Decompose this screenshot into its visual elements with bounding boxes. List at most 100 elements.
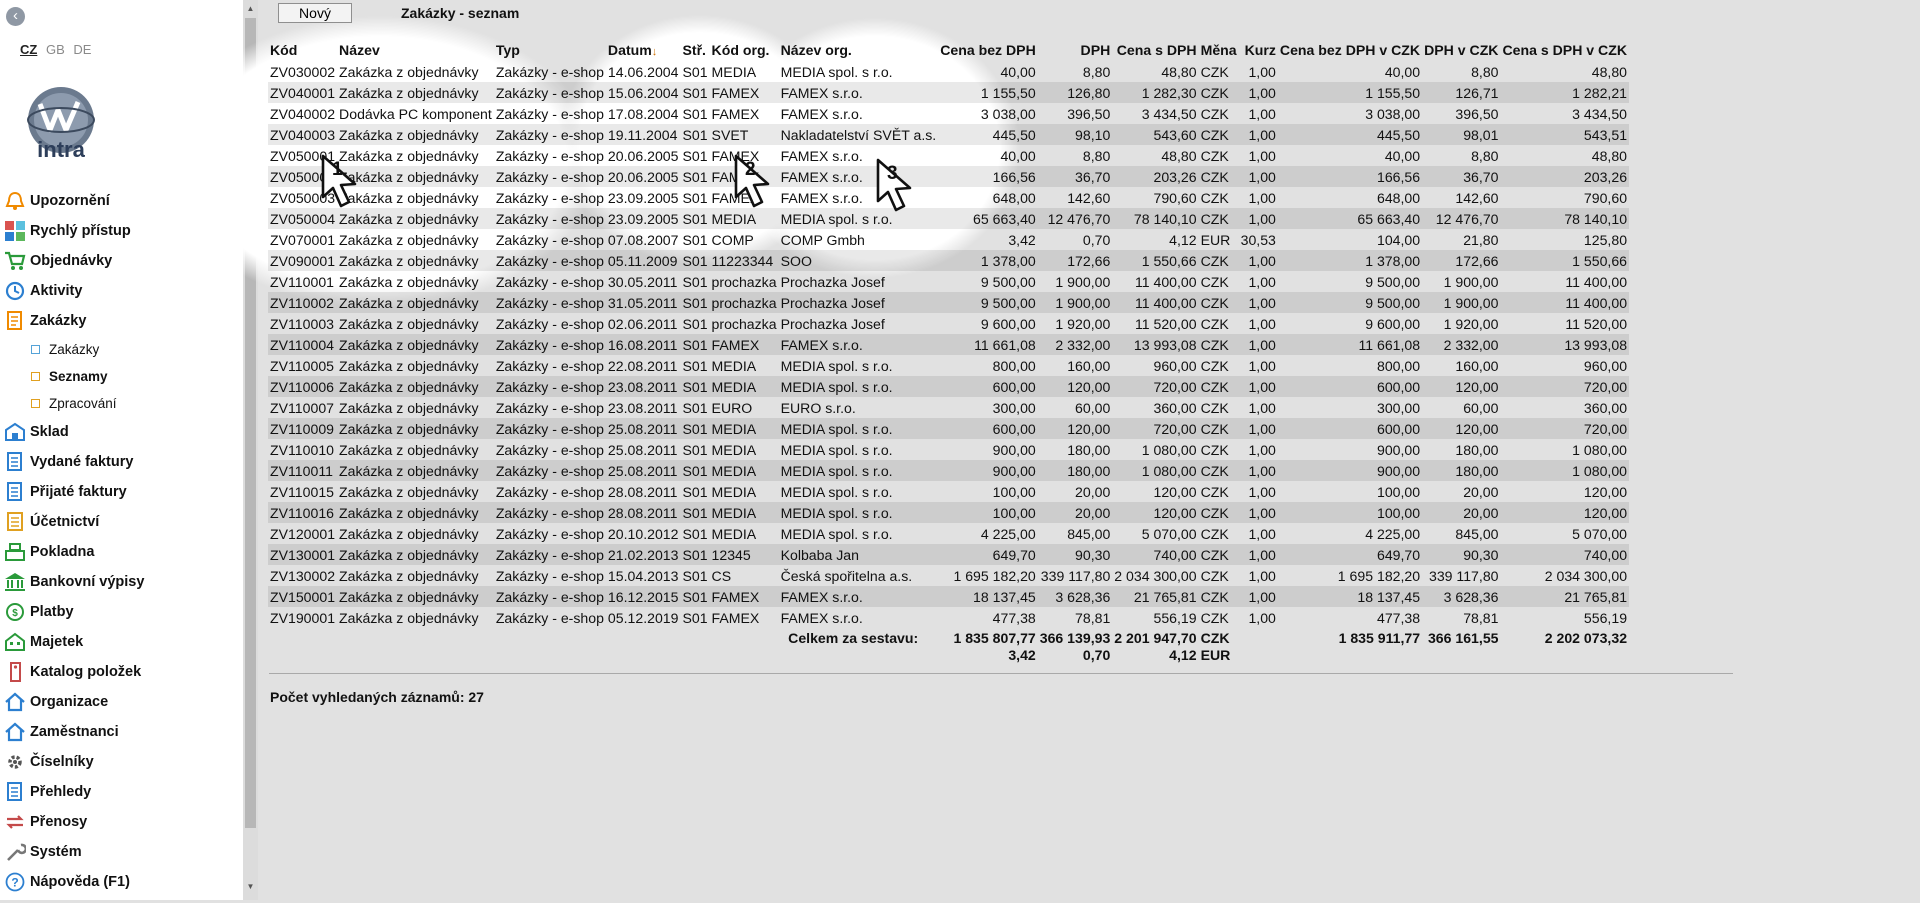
- scroll-up-arrow-icon[interactable]: ▲: [243, 2, 258, 16]
- sidebar-item-ucetnictvi[interactable]: Účetnictví: [0, 507, 243, 537]
- lang-gb[interactable]: GB: [46, 42, 65, 57]
- lang-cz[interactable]: CZ: [20, 42, 37, 57]
- column-header[interactable]: Cena bez DPH: [938, 39, 1038, 61]
- table-cell: 396,50: [1455, 105, 1499, 122]
- column-header[interactable]: Typ: [494, 39, 606, 61]
- new-button[interactable]: Nový: [278, 3, 352, 23]
- submenu-item-zakazky[interactable]: Zakázky: [0, 336, 243, 363]
- sidebar-item-organizace[interactable]: Organizace: [0, 687, 243, 717]
- table-row[interactable]: ZV130001 Zakázka z objednávky Zakázky - e-…: [268, 544, 1630, 565]
- sidebar-item-prehledy[interactable]: Přehledy: [0, 777, 243, 807]
- collapse-sidebar-button[interactable]: ‹: [6, 7, 25, 26]
- money-icon: $: [4, 602, 26, 622]
- table-row[interactable]: ZV050002 Zakázka z objednávky Zakázky - e-…: [268, 166, 1630, 187]
- column-header[interactable]: Cena s DPH v CZK: [1501, 39, 1630, 61]
- table-row[interactable]: ZV110015 Zakázka z objednávky Zakázky - e-…: [268, 481, 1629, 502]
- table-row[interactable]: ZV190001 Zakázka z objednávky Zakázky - e-…: [268, 607, 1629, 628]
- table-cell: S01: [680, 208, 710, 229]
- table-cell: FAMEX: [709, 586, 779, 607]
- sidebar-item-rychly-pristup[interactable]: Rychlý přístup: [0, 216, 243, 246]
- table-cell: 1 080,00: [1572, 441, 1628, 458]
- column-header[interactable]: Název: [337, 39, 494, 61]
- intra-logo: intra: [18, 84, 104, 167]
- table-row[interactable]: ZV090001 Zakázka z objednávky Zakázky - e-…: [268, 250, 1630, 271]
- house-icon: [4, 722, 26, 742]
- sidebar-item-upozorneni[interactable]: Upozornění: [0, 186, 243, 216]
- table-row[interactable]: ZV040001 Zakázka z objednávky Zakázky - e-…: [268, 82, 1630, 103]
- submenu-item-seznamy[interactable]: Seznamy: [0, 363, 243, 390]
- table-row[interactable]: ZV110005 Zakázka z objednávky Zakázky - e-…: [268, 355, 1629, 376]
- table-row[interactable]: ZV130002 Zakázka z objednávky Zakázky - e-…: [268, 565, 1629, 586]
- table-cell: FAMEX s.r.o.: [778, 166, 939, 187]
- table-row[interactable]: ZV110006 Zakázka z objednávky Zakázky - e-…: [268, 376, 1630, 397]
- column-header[interactable]: Datum↓: [606, 39, 681, 61]
- table-row[interactable]: ZV070001 Zakázka z objednávky Zakázky - e-…: [268, 229, 1629, 250]
- table-row[interactable]: ZV110003 Zakázka z objednávky Zakázky - e-…: [268, 313, 1629, 334]
- sidebar-item-ciselniky[interactable]: Číselníky: [0, 747, 243, 777]
- submenu-item-zpracovani[interactable]: Zpracování: [0, 390, 243, 417]
- column-header[interactable]: Stř.: [680, 39, 709, 61]
- table-row[interactable]: ZV110016 Zakázka z objednávky Zakázky - e-…: [268, 502, 1630, 523]
- sidebar-item-pokladna[interactable]: Pokladna: [0, 537, 243, 567]
- column-header-label: Typ: [495, 42, 520, 58]
- column-header[interactable]: Kód: [268, 39, 337, 61]
- table-cell: CZK: [1200, 63, 1229, 80]
- table-row[interactable]: ZV110004 Zakázka z objednávky Zakázky - e-…: [268, 334, 1630, 355]
- sidebar-item-prijate-faktury[interactable]: Přijaté faktury: [0, 477, 243, 507]
- table-row[interactable]: ZV110007 Zakázka z objednávky Zakázky - e-…: [268, 397, 1629, 418]
- sidebar-item-majetek[interactable]: Majetek: [0, 627, 243, 657]
- column-header[interactable]: Cena s DPH: [1112, 39, 1198, 61]
- table-row[interactable]: ZV110002 Zakázka z objednávky Zakázky - e-…: [268, 292, 1630, 313]
- table-row[interactable]: ZV040002 Dodávka PC komponent Zakázky - e-…: [268, 103, 1629, 124]
- table-cell: ZV110005: [270, 357, 334, 374]
- sidebar-item-label: Přehledy: [30, 784, 92, 800]
- table-row[interactable]: ZV050003 Zakázka z objednávky Zakázky - e-…: [268, 187, 1629, 208]
- table-cell: MEDIA spol. s r.o.: [778, 418, 939, 439]
- table-cell: 600,00: [1277, 376, 1423, 397]
- column-header[interactable]: Měna: [1199, 39, 1239, 61]
- column-header[interactable]: Kurz: [1239, 39, 1278, 61]
- sidebar-item-napoveda-f1[interactable]: ? Nápověda (F1): [0, 867, 243, 897]
- table-cell: 740,00: [1500, 544, 1630, 565]
- table-cell: 48,80: [1591, 147, 1628, 164]
- table-cell: CZK: [1200, 105, 1229, 122]
- table-cell: Zakázky - e-shop: [495, 525, 604, 542]
- table-cell: 1 550,66: [1500, 250, 1630, 271]
- sidebar-item-katalog-polozek[interactable]: Katalog položek: [0, 657, 243, 687]
- table-cell: S01: [682, 441, 708, 458]
- sidebar-item-prenosy[interactable]: Přenosy: [0, 807, 243, 837]
- sidebar-item-sklad[interactable]: Sklad: [0, 417, 243, 447]
- table-row[interactable]: ZV110010 Zakázka z objednávky Zakázky - e-…: [268, 439, 1629, 460]
- sidebar-item-aktivity[interactable]: Aktivity: [0, 276, 243, 306]
- vertical-scrollbar[interactable]: ▲ ▼: [243, 0, 258, 900]
- column-header[interactable]: Název org.: [779, 39, 939, 61]
- table-cell: 9 500,00: [980, 273, 1036, 290]
- column-header[interactable]: DPH: [1038, 39, 1113, 61]
- sidebar-item-platby[interactable]: $ Platby: [0, 597, 243, 627]
- column-header[interactable]: Cena bez DPH v CZK: [1278, 39, 1422, 61]
- table-cell: S01: [680, 418, 710, 439]
- sidebar-item-vydane-faktury[interactable]: Vydané faktury: [0, 447, 243, 477]
- sidebar-item-zamestnanci[interactable]: Zaměstnanci: [0, 717, 243, 747]
- column-header[interactable]: Kód org.: [710, 39, 779, 61]
- sidebar-item-zakazky[interactable]: Zakázky: [0, 306, 243, 336]
- table-row[interactable]: ZV110009 Zakázka z objednávky Zakázky - e-…: [268, 418, 1630, 439]
- table-cell: ZV110002: [268, 292, 338, 313]
- lang-de[interactable]: DE: [73, 42, 91, 57]
- sidebar-item-objednavky[interactable]: Objednávky: [0, 246, 243, 276]
- scroll-down-arrow-icon[interactable]: ▼: [243, 880, 258, 894]
- table-row[interactable]: ZV040003 Zakázka z objednávky Zakázky - e-…: [268, 124, 1630, 145]
- sidebar-item-bankovni-vypisy[interactable]: Bankovní výpisy: [0, 567, 243, 597]
- table-row[interactable]: ZV110011 Zakázka z objednávky Zakázky - e-…: [268, 460, 1630, 481]
- table-row[interactable]: ZV050001 Zakázka z objednávky Zakázky - e-…: [268, 145, 1629, 166]
- table-row[interactable]: ZV050004 Zakázka z objednávky Zakázky - e-…: [268, 208, 1630, 229]
- table-cell: Zakázky - e-shop: [495, 147, 604, 164]
- table-row[interactable]: ZV030002 Zakázka z objednávky Zakázky - e-…: [268, 61, 1629, 82]
- table-row[interactable]: ZV150001 Zakázka z objednávky Zakázky - e-…: [268, 586, 1630, 607]
- table-row[interactable]: ZV120001 Zakázka z objednávky Zakázky - e-…: [268, 523, 1629, 544]
- column-header[interactable]: DPH v CZK: [1422, 39, 1500, 61]
- scrollbar-thumb[interactable]: [245, 18, 256, 828]
- sidebar-item-system[interactable]: Systém: [0, 837, 243, 867]
- table-row[interactable]: ZV110001 Zakázka z objednávky Zakázky - e-…: [268, 271, 1629, 292]
- table-cell: 48,80: [1591, 63, 1628, 80]
